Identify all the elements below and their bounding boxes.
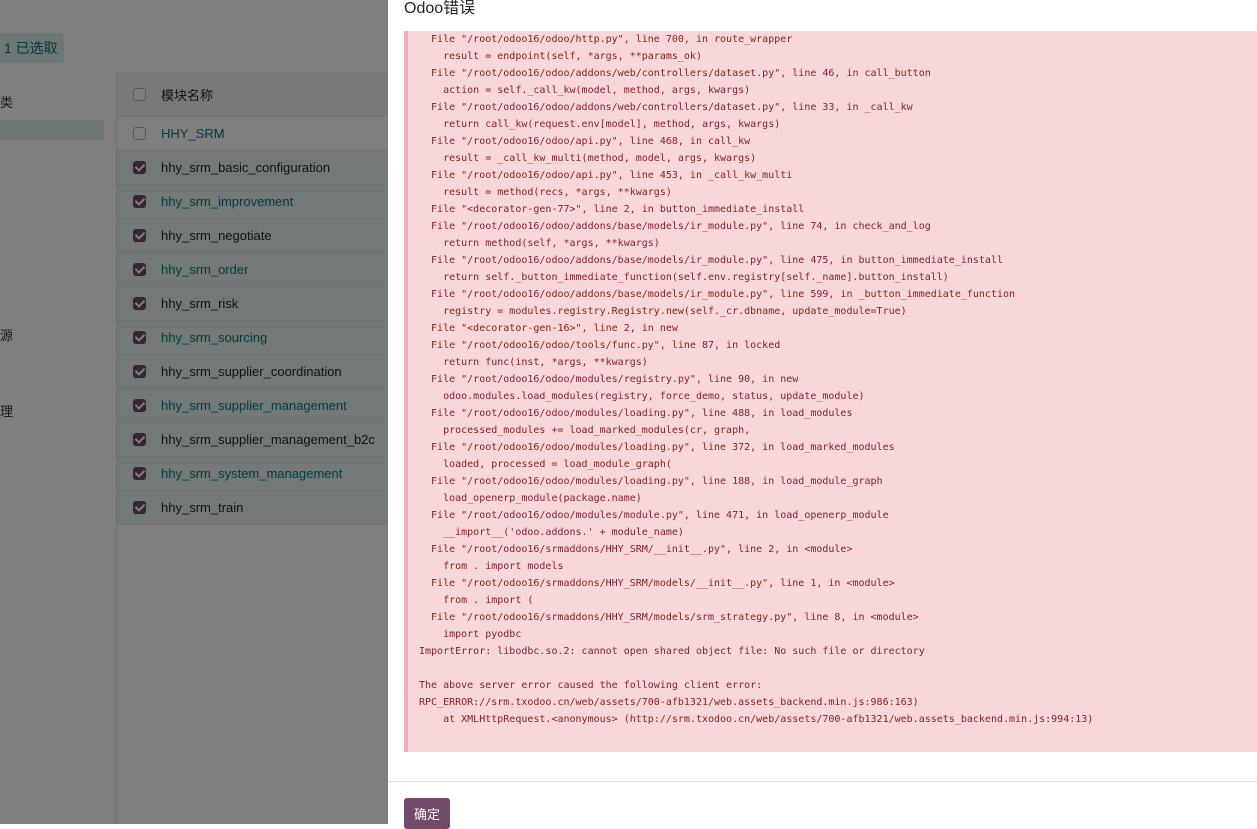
error-dialog: Odoo错误 File "/root/odoo16/odoo/http.py",… <box>388 0 1257 829</box>
traceback-text: File "/root/odoo16/odoo/http.py", line 7… <box>419 34 1094 725</box>
modal-backdrop[interactable] <box>0 0 388 824</box>
dialog-title: Odoo错误 <box>404 0 476 17</box>
dialog-footer: 确定 <box>388 781 1257 829</box>
dialog-header: Odoo错误 <box>388 0 1257 31</box>
ok-button[interactable]: 确定 <box>404 798 450 829</box>
error-traceback: File "/root/odoo16/odoo/http.py", line 7… <box>404 31 1257 752</box>
